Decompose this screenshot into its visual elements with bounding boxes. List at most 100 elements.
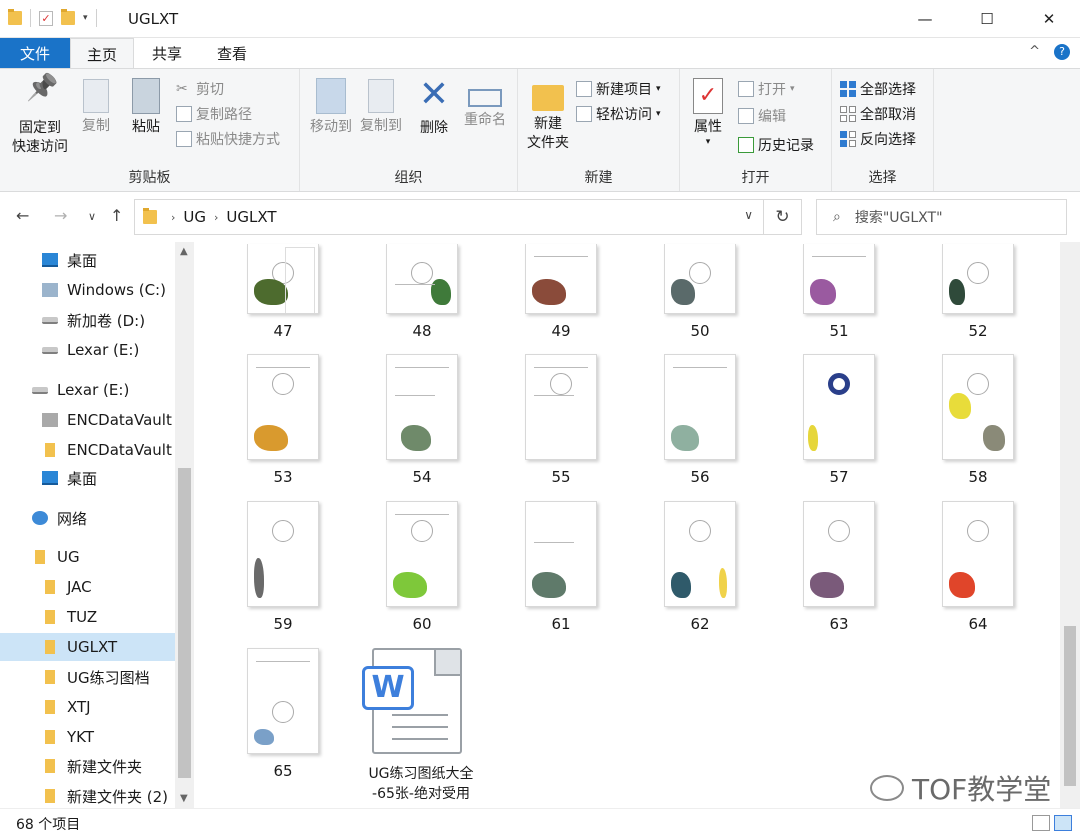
copy-path-button[interactable]: 复制路径 (176, 104, 252, 124)
file-item[interactable]: 52 (918, 244, 1038, 340)
copy-button[interactable]: 复制 (76, 75, 116, 136)
file-item[interactable]: 58 (918, 354, 1038, 486)
file-item[interactable]: 65 (223, 648, 343, 780)
paste-button[interactable]: 粘贴 (126, 75, 166, 137)
sidebar-item-ykt[interactable]: YKT (0, 723, 175, 751)
up-arrow-icon[interactable]: ↑ (110, 206, 123, 225)
cut-button[interactable]: ✂ 剪切 (176, 79, 224, 99)
select-all-button[interactable]: 全部选择 (840, 79, 916, 99)
scrollbar-thumb[interactable] (178, 468, 191, 778)
file-item[interactable]: 63 (779, 501, 899, 633)
breadcrumb-uglxt[interactable]: UGLXT (226, 208, 276, 226)
ribbon-tabs: 文件 主页 共享 查看 ^ ? (0, 38, 1080, 69)
invert-selection-button[interactable]: 反向选择 (840, 129, 916, 149)
recent-locations-icon[interactable]: ∨ (88, 210, 96, 223)
rename-button[interactable]: 重命名 (460, 75, 510, 130)
chevron-right-icon[interactable]: › (171, 211, 175, 224)
easy-access-button[interactable]: 轻松访问 ▾ (576, 104, 661, 124)
file-item[interactable]: 50 (640, 244, 760, 340)
file-thumbnail (247, 501, 319, 607)
select-none-icon (840, 106, 856, 122)
history-icon (738, 137, 754, 153)
minimize-button[interactable]: — (894, 0, 956, 38)
new-folder-button[interactable]: 新建 文件夹 (522, 75, 574, 153)
forward-arrow-icon[interactable]: → (54, 206, 67, 225)
file-item[interactable]: 59 (223, 501, 343, 633)
customize-toolbar-icon[interactable]: ▾ (83, 13, 88, 23)
maximize-button[interactable]: ☐ (956, 0, 1018, 38)
file-item[interactable]: 64 (918, 501, 1038, 633)
close-button[interactable]: ✕ (1018, 0, 1080, 38)
chevron-down-icon: ▾ (656, 84, 661, 94)
address-bar[interactable]: › UG › UGLXT ∨ (134, 199, 764, 235)
tab-home[interactable]: 主页 (70, 38, 134, 69)
chevron-right-icon[interactable]: › (214, 211, 218, 224)
new-folder-icon[interactable] (61, 9, 75, 25)
sidebar-item-windows-c[interactable]: Windows (C:) (0, 276, 175, 304)
file-item[interactable]: 55 (501, 354, 621, 486)
new-item-icon (576, 81, 592, 97)
paste-shortcut-button[interactable]: 粘贴快捷方式 (176, 129, 280, 149)
file-item[interactable]: 61 (501, 501, 621, 633)
tab-file[interactable]: 文件 (0, 38, 70, 68)
sidebar-item-uglxt[interactable]: UGLXT (0, 633, 175, 661)
file-item[interactable]: 53 (223, 354, 343, 486)
refresh-button[interactable]: ↻ (764, 199, 802, 235)
word-document-item[interactable]: W (362, 648, 470, 756)
sidebar-scrollbar[interactable]: ▲ ▼ (175, 242, 194, 808)
sidebar-item-encdatavault-s[interactable]: ENCDataVault S (0, 436, 175, 464)
sidebar-item-desktop-2[interactable]: 桌面 (0, 464, 175, 492)
properties-icon[interactable]: ✓ (39, 10, 53, 26)
file-item[interactable]: 47 (223, 244, 343, 340)
search-input[interactable]: ⌕ 搜索"UGLXT" (816, 199, 1067, 235)
file-item[interactable]: 49 (501, 244, 621, 340)
open-button[interactable]: 打开 ▾ (738, 79, 795, 99)
sidebar-item-new-folder-2[interactable]: 新建文件夹 (2) (0, 782, 175, 810)
file-item[interactable]: 56 (640, 354, 760, 486)
tab-view[interactable]: 查看 (200, 38, 264, 68)
file-item[interactable]: 51 (779, 244, 899, 340)
sidebar-item-lexar-e-root[interactable]: Lexar (E:) (0, 376, 175, 404)
folder-icon (45, 789, 55, 803)
scrollbar-thumb[interactable] (1064, 626, 1076, 786)
sidebar-item-desktop[interactable]: 桌面 (0, 246, 175, 274)
file-item[interactable]: 48 (362, 244, 482, 340)
edit-button[interactable]: 编辑 (738, 106, 786, 126)
sidebar-item-ug-practice[interactable]: UG练习图档 (0, 663, 175, 691)
back-arrow-icon[interactable]: ← (16, 206, 29, 225)
details-view-icon[interactable] (1032, 815, 1050, 831)
history-button[interactable]: 历史记录 (738, 135, 814, 155)
scroll-down-icon[interactable]: ▼ (180, 793, 188, 804)
scroll-up-icon[interactable]: ▲ (180, 246, 188, 257)
sidebar-item-encdatavault[interactable]: ENCDataVault (0, 406, 175, 434)
properties-button[interactable]: ✓ 属性 ▾ (688, 75, 728, 147)
sidebar-item-tuz[interactable]: TUZ (0, 603, 175, 631)
copy-to-button[interactable]: 复制到 (356, 75, 406, 136)
move-to-button[interactable]: 移动到 (306, 75, 356, 137)
sidebar-item-drive-d[interactable]: 新加卷 (D:) (0, 306, 175, 334)
sidebar-item-ug[interactable]: UG (0, 543, 175, 571)
file-item[interactable]: 57 (779, 354, 899, 486)
word-document-label[interactable]: UG练习图纸大全 -65张-绝对受用 (346, 764, 496, 804)
sidebar-item-network[interactable]: 网络 (0, 504, 175, 532)
breadcrumb-ug[interactable]: UG (183, 208, 206, 226)
help-icon[interactable]: ? (1054, 44, 1070, 60)
sidebar-item-lexar-e[interactable]: Lexar (E:) (0, 336, 175, 364)
delete-button[interactable]: ✕ 删除 (414, 75, 454, 138)
new-item-button[interactable]: 新建项目 ▾ (576, 79, 661, 99)
sidebar-item-xtj[interactable]: XTJ (0, 693, 175, 721)
sidebar-item-jac[interactable]: JAC (0, 573, 175, 601)
chevron-down-icon[interactable]: ∨ (744, 208, 753, 222)
tab-share[interactable]: 共享 (136, 38, 198, 68)
content-scrollbar[interactable] (1060, 242, 1080, 808)
collapse-ribbon-icon[interactable]: ^ (1029, 44, 1040, 60)
large-icons-view-icon[interactable] (1054, 815, 1072, 831)
file-item[interactable]: 60 (362, 501, 482, 633)
pin-quick-access-button[interactable]: 固定到 快速访问 (8, 75, 72, 157)
file-item[interactable]: 62 (640, 501, 760, 633)
quick-access-toolbar: ✓ ▾ (8, 9, 97, 27)
file-item[interactable]: 54 (362, 354, 482, 486)
move-to-icon (316, 78, 346, 114)
select-none-button[interactable]: 全部取消 (840, 104, 916, 124)
sidebar-item-new-folder[interactable]: 新建文件夹 (0, 752, 175, 780)
